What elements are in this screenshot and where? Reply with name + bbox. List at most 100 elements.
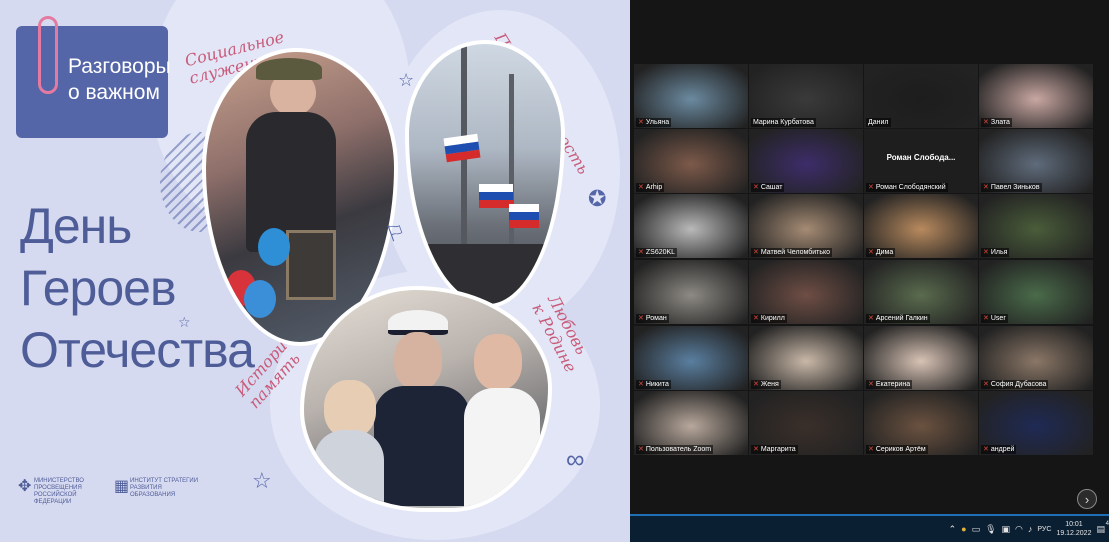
participant-tile[interactable]: ✕ Пользователь Zoom [634,391,748,455]
muted-mic-icon: ✕ [638,119,644,126]
cap-shape [256,58,322,80]
portrait-frame [286,230,336,300]
app-tray-icon[interactable]: ● [961,524,966,534]
star-icon: ☆ [252,468,272,493]
face-shape [474,334,522,390]
participant-name-tag: ✕ User [981,314,1008,323]
muted-mic-icon: ✕ [868,184,874,191]
institute-logo-text: ИНСТИТУТ СТРАТЕГИИ РАЗВИТИЯ ОБРАЗОВАНИЯ [130,478,199,498]
participant-tile[interactable]: ✕ Матвей Челомбитько [749,194,863,258]
participant-tile[interactable]: ✕ андрей [979,391,1093,455]
volume-icon[interactable]: ♪ [1028,524,1033,534]
network-icon[interactable]: ▭ [972,524,981,535]
medal-icon: ✪ [588,186,607,211]
participant-tile[interactable]: ✕ ZS620KL [634,194,748,258]
participant-name: Сериков Артём [875,446,926,453]
photo-russian-flags [405,40,565,308]
participant-tile[interactable]: ✕ Сашат [749,129,863,193]
muted-mic-icon: ✕ [753,381,759,388]
participant-name: Женя [760,381,779,388]
muted-mic-icon: ✕ [868,249,874,256]
microphone-icon[interactable]: 🎙 [985,524,996,535]
participant-name: Роман Слободянский [875,184,946,191]
participant-tile[interactable]: ✕ Роман [634,260,748,324]
muted-mic-icon: ✕ [638,381,644,388]
participant-tile[interactable]: Данил [864,64,978,128]
participant-name: Павел Зиньков [990,184,1040,191]
participant-name: Илья [990,249,1008,256]
participant-name-tag: ✕ Женя [751,380,781,389]
presentation-slide: Разговоры о важном Социальное служение П… [0,0,630,542]
participant-name-tag: ✕ Матвей Челомбитько [751,248,833,257]
participant-name-tag: ✕ Маргарита [751,445,798,454]
participant-name-tag: ✕ ZS620KL [636,248,678,257]
participant-name-tag: ✕ Павел Зиньков [981,183,1042,192]
chevron-up-icon[interactable]: ⌃ [949,524,957,535]
notification-icon[interactable]: ▤ 4 [1096,521,1109,535]
participant-tile[interactable]: ✕ Злата [979,64,1093,128]
wifi-icon[interactable]: ◠ [1015,524,1023,535]
participant-name: София Дубасова [990,381,1047,388]
participant-name-tag: Данил [866,118,891,127]
muted-mic-icon: ✕ [983,119,989,126]
participant-tile[interactable]: ✕ User [979,260,1093,324]
participant-name: Arhip [645,184,663,191]
participant-name-tag: ✕ Ульяна [636,118,672,127]
participant-name: Екатерина [875,381,911,388]
participant-name: User [990,315,1006,322]
participant-name: Марина Курбатова [753,119,814,126]
muted-mic-icon: ✕ [983,184,989,191]
participant-tile[interactable]: ✕ Ульяна [634,64,748,128]
participant-name: Ульяна [645,119,670,126]
balloon-blue [244,280,276,318]
participant-name-tag: ✕ Роман Слободянский [866,183,948,192]
participant-name-tag: ✕ Арсений Галкин [866,314,930,323]
participant-tile[interactable]: Марина Курбатова [749,64,863,128]
muted-mic-icon: ✕ [983,249,989,256]
video-conference-window: ✕ Ульяна Марина Курбатова Данил ✕ Злата ✕ Arhip… [630,0,1109,542]
muted-mic-icon: ✕ [983,315,989,322]
participant-name: Дима [875,249,894,256]
muted-mic-icon: ✕ [753,315,759,322]
participant-name-tag: ✕ Екатерина [866,380,913,389]
participant-name: Никита [645,381,669,388]
participant-name-tag: ✕ андрей [981,445,1017,454]
participant-name-tag: Марина Курбатова [751,118,816,127]
participant-name: Сашат [760,184,783,191]
russian-flag-icon [479,184,513,208]
chevron-right-icon: › [1084,492,1090,507]
muted-mic-icon: ✕ [638,446,644,453]
participant-tile[interactable]: ✕ Arhip [634,129,748,193]
participant-tile[interactable]: ✕ Маргарита [749,391,863,455]
star-icon: ☆ [178,314,191,330]
participant-tile[interactable]: ✕ Сериков Артём [864,391,978,455]
clock-time: 10:01 [1065,521,1083,528]
participant-tile[interactable]: ✕ Женя [749,326,863,390]
participant-placeholder-name: Роман Слобода... [886,153,956,162]
participant-name-tag: ✕ Сериков Артём [866,445,928,454]
next-page-button[interactable]: › [1077,489,1097,509]
participant-name: Пользователь Zoom [645,446,712,453]
participant-name: Арсений Галкин [875,315,928,322]
participant-tile[interactable]: ✕ Павел Зиньков [979,129,1093,193]
participant-name: Маргарита [760,446,796,453]
brand-logo-box: Разговоры о важном [16,16,171,138]
participant-tile[interactable]: ✕ Дима [864,194,978,258]
muted-mic-icon: ✕ [638,315,644,322]
display-icon[interactable]: ▣ [1002,524,1011,535]
participant-name-tag: ✕ Пользователь Zoom [636,445,714,454]
clock[interactable]: 10:01 19.12.2022 [1056,520,1091,538]
participant-tile[interactable]: Роман Слобода... ✕ Роман Слободянский [864,129,978,193]
participant-tile[interactable]: ✕ Кирилл [749,260,863,324]
muted-mic-icon: ✕ [983,381,989,388]
participant-name-tag: ✕ Кирилл [751,314,787,323]
participant-tile[interactable]: ✕ Илья [979,194,1093,258]
muted-mic-icon: ✕ [753,184,759,191]
participant-tile[interactable]: ✕ Екатерина [864,326,978,390]
uniform-shape [374,386,470,506]
muted-mic-icon: ✕ [868,315,874,322]
participant-tile[interactable]: ✕ Никита [634,326,748,390]
participant-tile[interactable]: ✕ Арсений Галкин [864,260,978,324]
participant-tile[interactable]: ✕ София Дубасова [979,326,1093,390]
language-indicator[interactable]: РУС [1037,526,1051,533]
